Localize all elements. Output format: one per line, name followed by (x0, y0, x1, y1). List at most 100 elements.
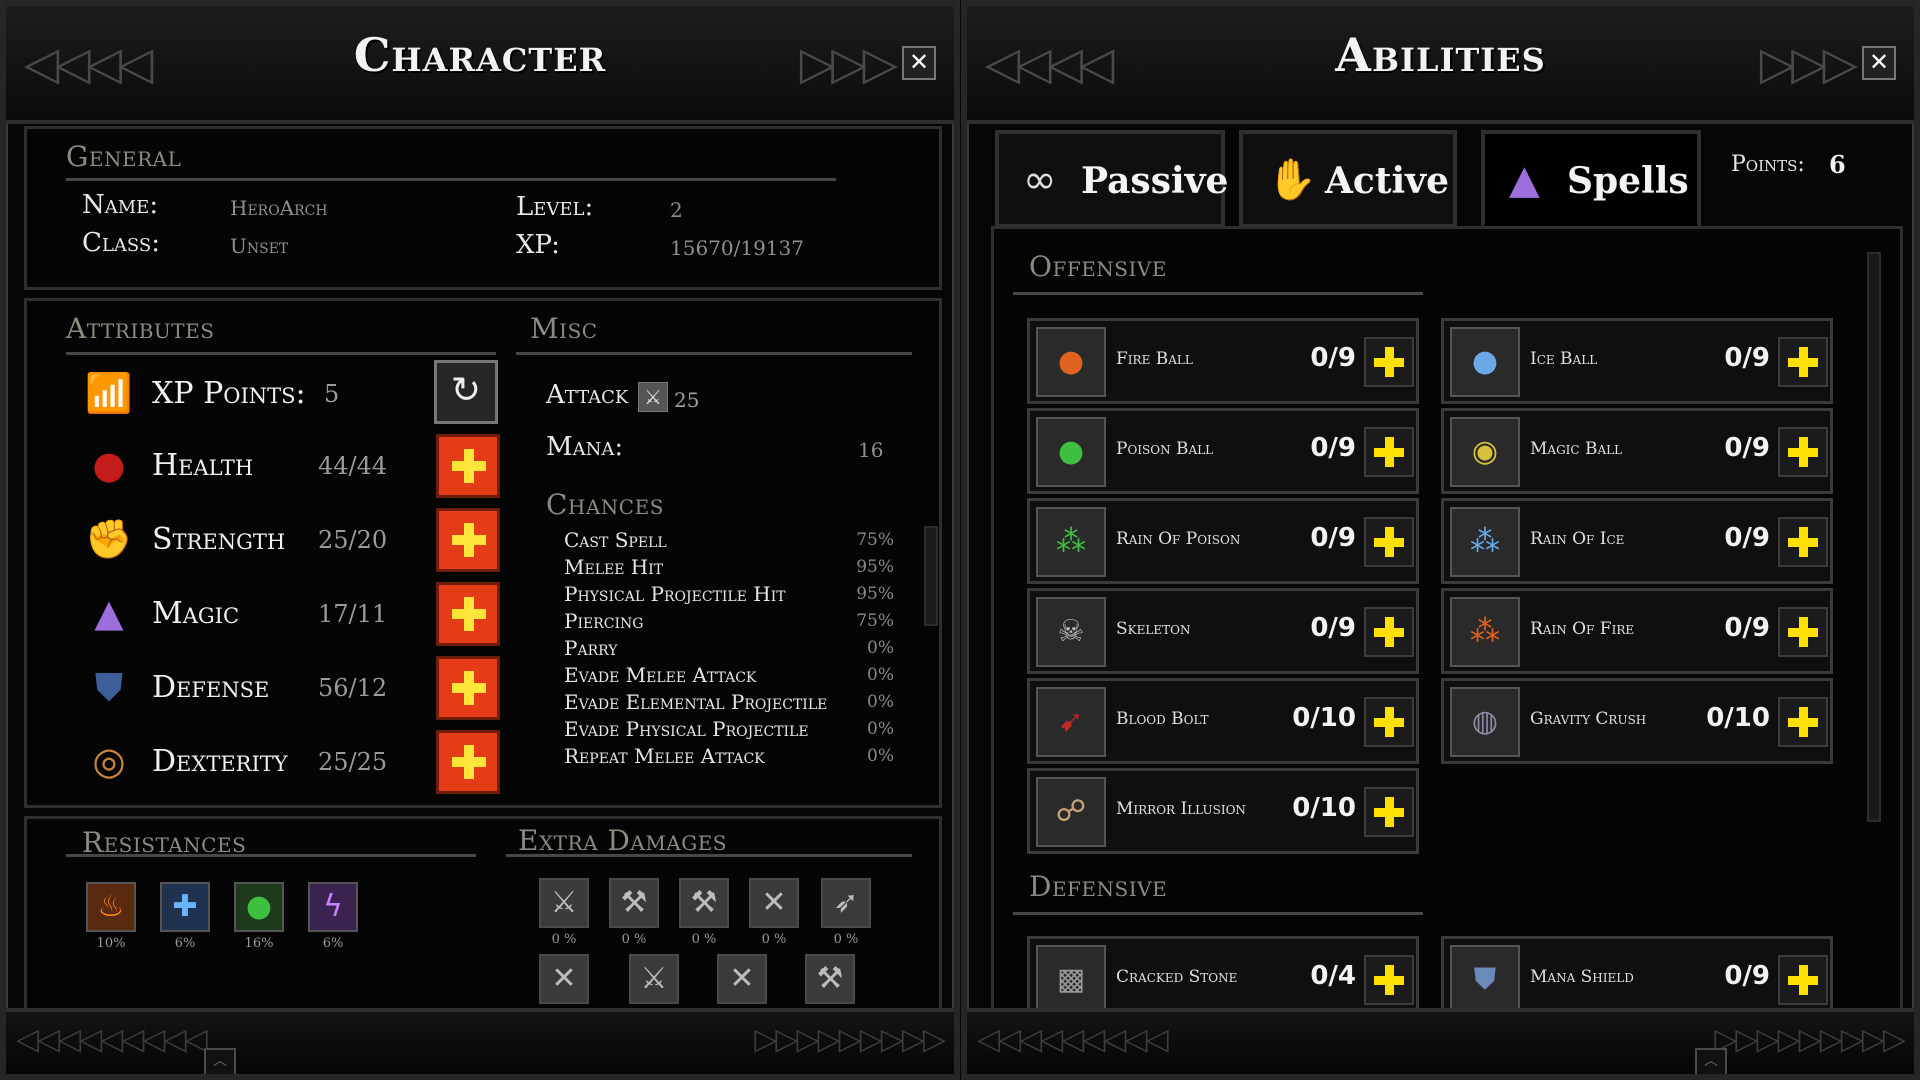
chance-row: Cast Spell 75% (564, 528, 894, 555)
poison-drop-icon: ● (234, 882, 284, 932)
tab-active-label: Active (1325, 160, 1449, 202)
chance-value: 95% (856, 557, 894, 577)
learn-spell-button[interactable] (1778, 337, 1828, 387)
chance-value: 0% (867, 665, 894, 685)
chance-row: Physical Projectile Hit 95% (564, 582, 894, 609)
abilities-panel: ◁◁◁◁ Abilities ▷▷▷ ✕ ∞ Passive ✋ Active … (961, 0, 1920, 1080)
chances-scrollbar[interactable] (924, 526, 938, 626)
fire-icon: ♨ (86, 882, 136, 932)
tab-passive[interactable]: ∞ Passive (995, 130, 1228, 228)
mirror-illusion-scroll-icon: ☍ (1036, 777, 1106, 847)
chance-value: 75% (856, 611, 894, 631)
learn-spell-button[interactable] (1364, 955, 1414, 1005)
resistance-ice: ✚ 6% (158, 882, 212, 951)
increase-health-button[interactable] (436, 434, 500, 498)
skeleton-scroll-icon: ☠ (1036, 597, 1106, 667)
extra-damages-heading: Extra Damages (518, 824, 728, 857)
spell-card: ➹ Blood Bolt 0/10 (1027, 678, 1419, 764)
learn-spell-button[interactable] (1778, 697, 1828, 747)
crossed-axes-icon: ⚒ (609, 878, 659, 928)
spell-card: ● Ice Ball 0/9 (1441, 318, 1833, 404)
plus-icon (439, 659, 497, 717)
extra-damage-value: 0 % (551, 932, 577, 947)
crossed-daggers-icon: ✕ (749, 878, 799, 928)
abilities-titlebar: ◁◁◁◁ Abilities ▷▷▷ ✕ (967, 6, 1914, 124)
level-label: Level: (516, 192, 594, 222)
increase-dexterity-button[interactable] (436, 730, 500, 794)
spell-card: ◉ Magic Ball 0/9 (1441, 408, 1833, 494)
spell-level: 0/10 (1706, 703, 1770, 733)
resistance-value: 6% (322, 936, 344, 951)
spell-name: Ice Ball (1530, 349, 1598, 369)
learn-spell-button[interactable] (1778, 955, 1828, 1005)
spell-level: 0/9 (1724, 961, 1770, 991)
attribute-row-health: ● Health 44/44 (78, 434, 500, 498)
spell-level: 0/10 (1292, 793, 1356, 823)
chance-row: Parry 0% (564, 636, 894, 663)
class-label: Class: (82, 228, 160, 258)
learn-spell-button[interactable] (1778, 427, 1828, 477)
resistances-divider (66, 854, 476, 857)
spell-card: ☍ Mirror Illusion 0/10 (1027, 768, 1419, 854)
learn-spell-button[interactable] (1364, 427, 1414, 477)
collapse-handle[interactable]: ︿ (1695, 1048, 1727, 1074)
chance-value: 0% (867, 638, 894, 658)
learn-spell-button[interactable] (1778, 607, 1828, 657)
chance-label: Physical Projectile Hit (564, 582, 786, 606)
rain-of-ice-scroll-icon: ⁂ (1450, 507, 1520, 577)
increase-defense-button[interactable] (436, 656, 500, 720)
tab-spells[interactable]: ▲ Spells (1481, 130, 1701, 228)
chance-value: 0% (867, 746, 894, 766)
spell-card: ☠ Skeleton 0/9 (1027, 588, 1419, 674)
decorative-arrows-left: ◁◁◁◁◁◁◁◁◁ (977, 1022, 1169, 1057)
crossed-swords-icon: ⚔ (539, 878, 589, 928)
attributes-heading: Attributes (66, 312, 215, 345)
learn-spell-button[interactable] (1364, 787, 1414, 837)
abilities-bottombar: ◁◁◁◁◁◁◁◁◁ ▷▷▷▷▷▷▷▷▷ ︿ (967, 1008, 1914, 1074)
learn-spell-button[interactable] (1364, 337, 1414, 387)
close-character-button[interactable]: ✕ (902, 46, 936, 80)
learn-spell-button[interactable] (1364, 607, 1414, 657)
gravity-crush-scroll-icon: ◍ (1450, 687, 1520, 757)
ice-ball-scroll-icon: ● (1450, 327, 1520, 397)
xp-points-label: XP Points: (152, 376, 306, 411)
chance-value: 0% (867, 719, 894, 739)
extra-damage-item: ⚒ 0 % (678, 878, 730, 947)
chance-row: Evade Melee Attack 0% (564, 663, 894, 690)
spell-list-scrollbar[interactable] (1867, 252, 1881, 822)
chance-row: Piercing 75% (564, 609, 894, 636)
extra-damage-item: ⚔ 0 % (538, 878, 590, 947)
collapse-handle[interactable]: ︿ (204, 1048, 236, 1074)
attribute-row-magic: ▲ Magic 17/11 (78, 582, 500, 646)
increase-strength-button[interactable] (436, 508, 500, 572)
reset-points-button[interactable]: ↻ (434, 360, 498, 424)
chance-label: Parry (564, 636, 618, 660)
resistance-value: 16% (244, 936, 274, 951)
learn-spell-button[interactable] (1364, 517, 1414, 567)
extra-damage-value: 0 % (761, 932, 787, 947)
tab-active[interactable]: ✋ Active (1239, 130, 1457, 228)
spell-name: Skeleton (1116, 619, 1191, 639)
extra-damage-item: ⚒ 0 % (608, 878, 660, 947)
spell-name: Rain Of Fire (1530, 619, 1635, 639)
chance-row: Repeat Melee Attack 0% (564, 744, 894, 771)
close-abilities-button[interactable]: ✕ (1862, 46, 1896, 80)
extra-damage-value: 0 % (691, 932, 717, 947)
level-value: 2 (670, 198, 683, 222)
spell-name: Rain Of Ice (1530, 529, 1625, 549)
xp-label: XP: (516, 230, 560, 260)
spell-level: 0/9 (1310, 613, 1356, 643)
general-heading: General (66, 140, 182, 173)
learn-spell-button[interactable] (1778, 517, 1828, 567)
increase-magic-button[interactable] (436, 582, 500, 646)
learn-spell-button[interactable] (1364, 697, 1414, 747)
name-label: Name: (82, 190, 159, 220)
attribute-row-defense: ⛊ Defense 56/12 (78, 656, 500, 720)
spell-level: 0/10 (1292, 703, 1356, 733)
spell-name: Blood Bolt (1116, 709, 1209, 729)
spell-card: ⁂ Rain Of Fire 0/9 (1441, 588, 1833, 674)
attack-label: Attack (546, 380, 629, 410)
decorative-arrows-right: ▷▷▷▷▷▷▷▷▷ (754, 1022, 946, 1057)
target-icon: ◎ (92, 739, 126, 783)
double-axe-icon: ⚔ (629, 954, 679, 1004)
